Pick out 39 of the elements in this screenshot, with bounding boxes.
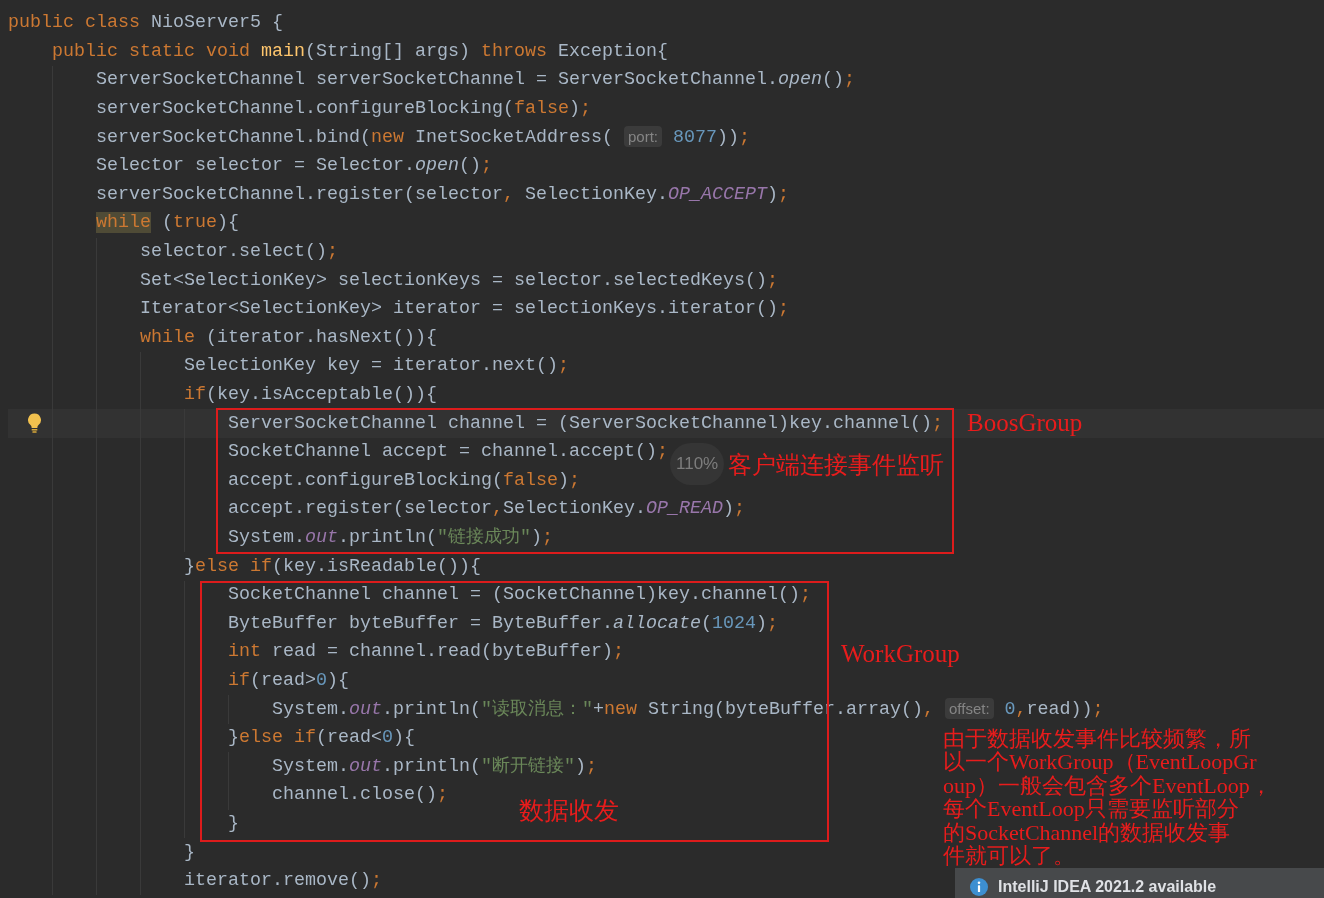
zoom-indicator: 110% [670, 443, 725, 485]
annotation-note: 数据收发 [519, 796, 619, 826]
code-line: } [184, 841, 195, 864]
code-line: while (true){ [96, 212, 239, 235]
code-line: if(read>0){ [228, 669, 349, 692]
code-line: SelectionKey key = iterator.next(); [184, 355, 569, 378]
lightbulb-icon[interactable] [27, 413, 42, 434]
info-icon [970, 878, 988, 896]
annotation-note: 客户端连接事件监听 [728, 451, 944, 479]
code-line: int read = channel.read(byteBuffer); [228, 641, 624, 664]
code-line: selector.select(); [140, 241, 338, 264]
code-line: while (iterator.hasNext()){ [140, 326, 437, 349]
annotation-label: BoosGroup [967, 408, 1083, 438]
code-line: ByteBuffer byteBuffer = ByteBuffer.allocate(1024); [228, 612, 778, 635]
code-line: accept.configureBlocking(false); [228, 469, 580, 492]
code-line: public class NioServer5 { [8, 12, 283, 35]
notification-title: IntelliJ IDEA 2021.2 available [998, 878, 1217, 896]
code-line: SocketChannel channel = (SocketChannel)key.channel(); [228, 584, 811, 607]
code-line: serverSocketChannel.configureBlocking(false); [96, 98, 591, 121]
code-line: Iterator<SelectionKey> iterator = selectionKeys.iterator(); [140, 298, 789, 321]
code-line: Selector selector = Selector.open(); [96, 155, 492, 178]
code-line: } [228, 812, 239, 835]
code-line: ServerSocketChannel channel = (ServerSocketChannel)key.channel(); [228, 412, 943, 435]
code-line: iterator.remove(); [184, 870, 382, 893]
annotation-paragraph: 由于数据收发事件比较频繁，所 以一个WorkGroup（EventLoopGr oup）一般会包含多个EventLoop， 每个EventLoop只需要监听部分 的SocketChannel的数据收发事 件就可以了。 [943, 727, 1272, 868]
code-line: }else if(key.isReadable()){ [184, 555, 481, 578]
code-line: serverSocketChannel.bind(new InetSocketAddress( port: 8077)); [96, 126, 750, 150]
code-line: serverSocketChannel.register(selector, SelectionKey.OP_ACCEPT); [96, 183, 789, 206]
code-line: public static void main(String[] args) throws Exception{ [52, 40, 668, 63]
code-line: System.out.println("链接成功"); [228, 527, 553, 549]
code-line: }else if(read<0){ [228, 727, 415, 750]
code-line: if(key.isAcceptable()){ [184, 384, 437, 406]
annotation-label: WorkGroup [841, 639, 960, 669]
code-line: accept.register(selector,SelectionKey.OP_READ); [228, 498, 745, 521]
code-line: channel.close(); [272, 784, 448, 807]
code-line: Set<SelectionKey> selectionKeys = selector.selectedKeys(); [140, 269, 778, 292]
code-line: System.out.println("断开链接"); [272, 755, 597, 778]
code-line: ServerSocketChannel serverSocketChannel = ServerSocketChannel.open(); [96, 69, 855, 92]
code-line: SocketChannel accept = channel.accept(); [228, 441, 668, 464]
